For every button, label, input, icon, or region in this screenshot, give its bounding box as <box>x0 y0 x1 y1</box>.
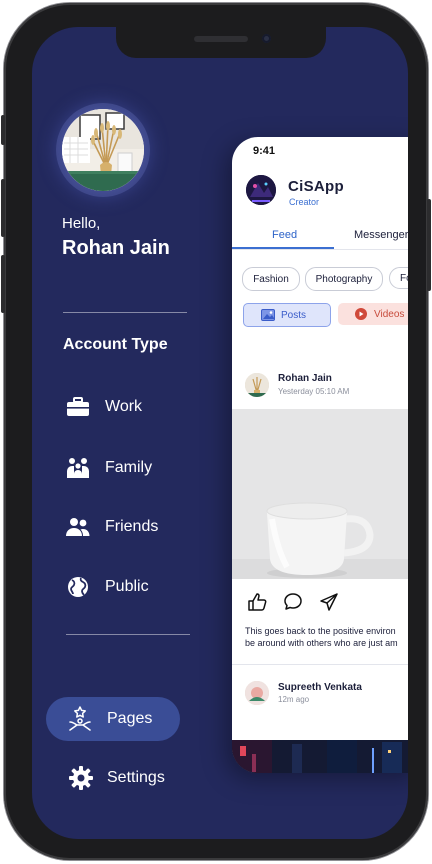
post-author-avatar[interactable] <box>245 373 269 397</box>
phone-frame: Hello, Rohan Jain Account Type Work Fami… <box>1 3 431 860</box>
segment-posts-label: Posts <box>281 309 307 321</box>
menu-item-public[interactable]: Public <box>65 575 149 599</box>
menu-item-family[interactable]: Family <box>65 456 152 480</box>
next-post-timestamp: 12m ago <box>278 695 310 704</box>
menu-item-work-label: Work <box>105 398 143 415</box>
post-image-mug[interactable] <box>232 409 408 579</box>
mute-switch <box>1 115 5 145</box>
status-time: 9:41 <box>253 145 276 157</box>
pages-label: Pages <box>107 710 153 727</box>
tab-feed[interactable]: Feed <box>272 229 297 241</box>
post-caption-line-1: This goes back to the positive environ <box>245 626 396 636</box>
chip-photography[interactable]: Photography <box>305 267 383 291</box>
active-tab-indicator <box>232 247 334 249</box>
image-icon <box>261 308 275 322</box>
menu-item-friends[interactable]: Friends <box>65 515 158 539</box>
notch <box>116 27 326 58</box>
app-preview-card[interactable]: 9:41 CiSApp Creator Feed Messenger Fashi… <box>232 137 408 773</box>
settings-label: Settings <box>107 769 165 786</box>
greeting-text: Hello, <box>62 215 101 232</box>
post-author-name: Rohan Jain <box>278 373 332 384</box>
menu-item-public-label: Public <box>105 578 149 595</box>
menu-item-family-label: Family <box>105 459 153 476</box>
settings-button[interactable]: Settings <box>68 765 165 791</box>
briefcase-icon <box>65 395 91 419</box>
account-type-heading: Account Type <box>63 336 168 353</box>
chip-partial[interactable]: Fo <box>389 267 408 289</box>
menu-item-friends-label: Friends <box>105 518 159 535</box>
next-post-image[interactable] <box>232 740 408 773</box>
tab-messenger[interactable]: Messenger <box>354 229 408 241</box>
post-caption: This goes back to the positive environ b… <box>245 625 408 649</box>
next-post-author-name: Supreeth Venkata <box>278 682 362 693</box>
power-button <box>427 199 431 291</box>
post-timestamp: Yesterday 05:10 AM <box>278 387 350 396</box>
app-logo <box>246 175 276 205</box>
menu-item-work[interactable]: Work <box>65 395 142 419</box>
next-post-author-avatar[interactable] <box>245 681 269 705</box>
chip-fashion[interactable]: Fashion <box>242 267 300 291</box>
volume-down-button <box>1 255 5 313</box>
share-icon[interactable] <box>318 591 340 613</box>
front-camera <box>262 34 271 43</box>
speaker <box>194 36 248 42</box>
gear-icon <box>68 765 94 791</box>
post-actions <box>246 591 354 613</box>
post-separator <box>232 664 408 665</box>
app-name: CiSApp <box>288 178 344 195</box>
pages-icon <box>67 706 93 732</box>
play-icon <box>354 307 368 321</box>
post-caption-line-2: be around with others who are just am <box>245 638 398 648</box>
pages-button[interactable]: Pages <box>46 697 180 741</box>
globe-icon <box>65 575 91 599</box>
divider-bottom <box>66 634 190 635</box>
user-name: Rohan Jain <box>62 237 170 259</box>
comment-icon[interactable] <box>282 591 304 613</box>
profile-avatar[interactable] <box>62 109 144 191</box>
app-role: Creator <box>289 197 320 207</box>
divider-top <box>63 312 187 313</box>
friends-icon <box>65 515 91 539</box>
tab-bar: Feed Messenger <box>232 225 408 250</box>
segment-videos[interactable]: Videos <box>338 303 408 325</box>
family-icon <box>65 456 91 480</box>
segment-posts[interactable]: Posts <box>243 303 331 327</box>
segment-videos-label: Videos <box>374 308 405 320</box>
volume-up-button <box>1 179 5 237</box>
like-icon[interactable] <box>246 591 268 613</box>
screen: Hello, Rohan Jain Account Type Work Fami… <box>32 27 408 839</box>
